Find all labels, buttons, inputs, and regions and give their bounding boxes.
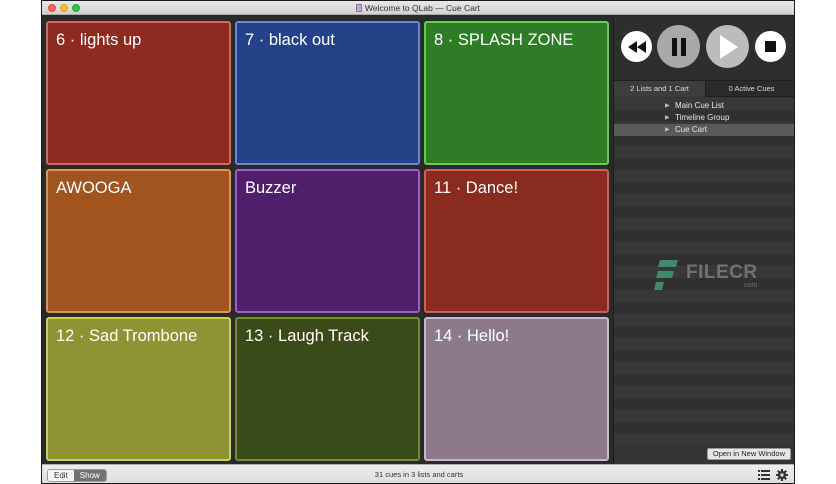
tile-label: 11 · Dance! bbox=[434, 179, 519, 197]
tile-label: 6 · lights up bbox=[56, 31, 142, 49]
pause-icon bbox=[671, 37, 686, 56]
list-item-label: Main Cue List bbox=[675, 101, 724, 110]
rewind-button[interactable] bbox=[621, 31, 652, 62]
cart-tile-awooga[interactable]: AWOOGA bbox=[46, 169, 231, 313]
pause-button[interactable] bbox=[657, 25, 700, 68]
list-item-label: Cue Cart bbox=[675, 125, 708, 134]
gear-icon[interactable] bbox=[776, 469, 788, 481]
sidebar-tabs: 2 Lists and 1 Cart 0 Active Cues bbox=[614, 80, 794, 97]
tile-label: Buzzer bbox=[245, 179, 297, 197]
disclosure-triangle-icon[interactable]: ▶ bbox=[665, 124, 670, 136]
list-icon[interactable] bbox=[758, 469, 770, 481]
cart-tile-buzzer[interactable]: Buzzer bbox=[235, 169, 420, 313]
list-item-label: Timeline Group bbox=[675, 113, 730, 122]
qlab-window: Welcome to QLab — Cue Cart 6 · lights up… bbox=[41, 0, 795, 484]
tab-active-cues[interactable]: 0 Active Cues bbox=[705, 81, 794, 97]
sidebar: 2 Lists and 1 Cart 0 Active Cues ▶ Main … bbox=[613, 16, 794, 464]
stop-button[interactable] bbox=[755, 31, 786, 62]
disclosure-triangle-icon[interactable]: ▶ bbox=[665, 112, 670, 124]
disclosure-triangle-icon[interactable]: ▶ bbox=[665, 100, 670, 112]
watermark-text: FILECR bbox=[686, 262, 758, 283]
go-play-button[interactable] bbox=[706, 25, 749, 68]
cart-tile-sad-trombone[interactable]: 12 · Sad Trombone bbox=[46, 317, 231, 461]
document-icon bbox=[355, 4, 362, 12]
cart-tile-splash-zone[interactable]: 8 · SPLASH ZONE bbox=[424, 21, 609, 165]
list-item-timeline-group[interactable]: ▶ Timeline Group bbox=[614, 112, 794, 124]
cue-cart-grid: 6 · lights up 7 · black out 8 · SPLASH Z… bbox=[42, 16, 613, 464]
cart-tile-lights-up[interactable]: 6 · lights up bbox=[46, 21, 231, 165]
window-title-wrap: Welcome to QLab — Cue Cart bbox=[42, 2, 794, 14]
stop-icon bbox=[765, 41, 776, 52]
cue-lists-panel: ▶ Main Cue List ▶ Timeline Group ▶ Cue C… bbox=[614, 98, 794, 445]
cart-tile-black-out[interactable]: 7 · black out bbox=[235, 21, 420, 165]
tile-label: 14 · Hello! bbox=[434, 327, 510, 345]
play-icon bbox=[719, 34, 738, 59]
tab-lists-and-carts[interactable]: 2 Lists and 1 Cart bbox=[614, 81, 705, 97]
transport-controls bbox=[614, 16, 794, 80]
tile-label: 13 · Laugh Track bbox=[245, 327, 369, 345]
watermark-logo-icon bbox=[654, 260, 678, 290]
title-bar: Welcome to QLab — Cue Cart bbox=[42, 1, 794, 15]
watermark: FILECR .com bbox=[654, 258, 774, 298]
tile-label: AWOOGA bbox=[56, 179, 132, 197]
watermark-subtext: .com bbox=[742, 282, 758, 289]
open-in-new-window-button[interactable]: Open in New Window bbox=[706, 448, 791, 460]
list-item-main-cue-list[interactable]: ▶ Main Cue List bbox=[614, 100, 794, 112]
cart-tile-hello[interactable]: 14 · Hello! bbox=[424, 317, 609, 461]
tile-label: 8 · SPLASH ZONE bbox=[434, 31, 574, 49]
tile-label: 7 · black out bbox=[245, 31, 335, 49]
cart-tile-dance[interactable]: 11 · Dance! bbox=[424, 169, 609, 313]
cart-tile-laugh-track[interactable]: 13 · Laugh Track bbox=[235, 317, 420, 461]
list-item-cue-cart[interactable]: ▶ Cue Cart bbox=[614, 124, 794, 136]
status-text: 31 cues in 3 lists and carts bbox=[374, 470, 464, 479]
window-title: Welcome to QLab — Cue Cart bbox=[364, 3, 481, 13]
tile-label: 12 · Sad Trombone bbox=[56, 327, 198, 345]
rewind-icon bbox=[627, 40, 646, 53]
footer-bar: Edit Show 31 cues in 3 lists and carts bbox=[42, 464, 794, 483]
